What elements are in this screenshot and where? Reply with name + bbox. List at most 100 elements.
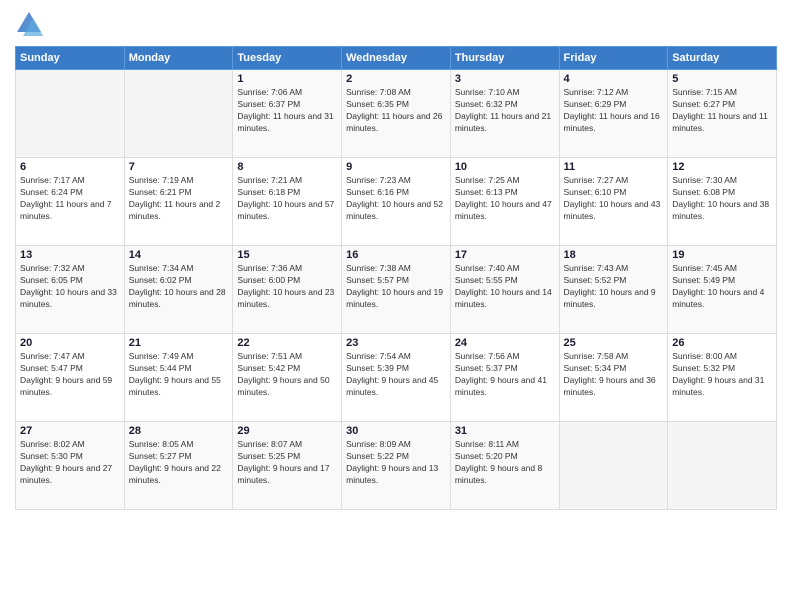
day-number: 10 [455,161,555,173]
logo [15,10,45,38]
day-info: Sunrise: 7:17 AM Sunset: 6:24 PM Dayligh… [20,175,120,223]
weekday-monday: Monday [124,47,233,70]
weekday-saturday: Saturday [668,47,777,70]
calendar-table: SundayMondayTuesdayWednesdayThursdayFrid… [15,46,777,510]
day-number: 21 [129,337,229,349]
day-cell [668,422,777,510]
week-row-4: 20 Sunrise: 7:47 AM Sunset: 5:47 PM Dayli… [16,334,777,422]
day-cell [124,70,233,158]
day-cell: 25 Sunrise: 7:58 AM Sunset: 5:34 PM Dayli… [559,334,668,422]
day-cell: 16 Sunrise: 7:38 AM Sunset: 5:57 PM Dayli… [342,246,451,334]
day-number: 6 [20,161,120,173]
day-number: 18 [564,249,664,261]
day-number: 20 [20,337,120,349]
day-info: Sunrise: 7:23 AM Sunset: 6:16 PM Dayligh… [346,175,446,223]
day-info: Sunrise: 8:09 AM Sunset: 5:22 PM Dayligh… [346,439,446,487]
day-cell: 11Sunrise: 7:27 AM Sunset: 6:10 PM Dayli… [559,158,668,246]
day-info: Sunrise: 7:19 AM Sunset: 6:21 PM Dayligh… [129,175,229,223]
day-info: Sunrise: 7:43 AM Sunset: 5:52 PM Dayligh… [564,263,664,311]
day-cell: 2 Sunrise: 7:08 AM Sunset: 6:35 PM Daylig… [342,70,451,158]
day-number: 31 [455,425,555,437]
day-cell: 29 Sunrise: 8:07 AM Sunset: 5:25 PM Dayli… [233,422,342,510]
day-cell [16,70,125,158]
day-info: Sunrise: 7:40 AM Sunset: 5:55 PM Dayligh… [455,263,555,311]
day-info: Sunrise: 7:27 AM Sunset: 6:10 PM Dayligh… [564,175,664,223]
day-cell: 23 Sunrise: 7:54 AM Sunset: 5:39 PM Dayli… [342,334,451,422]
day-info: Sunrise: 7:25 AM Sunset: 6:13 PM Dayligh… [455,175,555,223]
day-cell: 31 Sunrise: 8:11 AM Sunset: 5:20 PM Dayli… [450,422,559,510]
day-number: 29 [237,425,337,437]
weekday-tuesday: Tuesday [233,47,342,70]
day-number: 17 [455,249,555,261]
day-number: 22 [237,337,337,349]
day-cell: 22 Sunrise: 7:51 AM Sunset: 5:42 PM Dayli… [233,334,342,422]
day-cell: 20 Sunrise: 7:47 AM Sunset: 5:47 PM Dayli… [16,334,125,422]
weekday-sunday: Sunday [16,47,125,70]
day-cell: 13Sunrise: 7:32 AM Sunset: 6:05 PM Dayli… [16,246,125,334]
day-info: Sunrise: 7:30 AM Sunset: 6:08 PM Dayligh… [672,175,772,223]
day-cell: 27 Sunrise: 8:02 AM Sunset: 5:30 PM Dayli… [16,422,125,510]
day-number: 27 [20,425,120,437]
day-info: Sunrise: 7:08 AM Sunset: 6:35 PM Dayligh… [346,87,446,135]
day-cell: 17 Sunrise: 7:40 AM Sunset: 5:55 PM Dayli… [450,246,559,334]
day-info: Sunrise: 7:51 AM Sunset: 5:42 PM Dayligh… [237,351,337,399]
day-cell: 24 Sunrise: 7:56 AM Sunset: 5:37 PM Dayli… [450,334,559,422]
day-cell: 14Sunrise: 7:34 AM Sunset: 6:02 PM Dayli… [124,246,233,334]
day-cell: 5Sunrise: 7:15 AM Sunset: 6:27 PM Daylig… [668,70,777,158]
day-cell: 4 Sunrise: 7:12 AM Sunset: 6:29 PM Daylig… [559,70,668,158]
weekday-friday: Friday [559,47,668,70]
day-number: 7 [129,161,229,173]
weekday-header-row: SundayMondayTuesdayWednesdayThursdayFrid… [16,47,777,70]
week-row-3: 13Sunrise: 7:32 AM Sunset: 6:05 PM Dayli… [16,246,777,334]
day-info: Sunrise: 7:10 AM Sunset: 6:32 PM Dayligh… [455,87,555,135]
day-number: 2 [346,73,446,85]
day-info: Sunrise: 8:00 AM Sunset: 5:32 PM Dayligh… [672,351,772,399]
day-number: 19 [672,249,772,261]
day-cell: 3Sunrise: 7:10 AM Sunset: 6:32 PM Daylig… [450,70,559,158]
week-row-2: 6 Sunrise: 7:17 AM Sunset: 6:24 PM Daylig… [16,158,777,246]
day-number: 12 [672,161,772,173]
week-row-1: 1 Sunrise: 7:06 AM Sunset: 6:37 PM Daylig… [16,70,777,158]
day-cell: 6 Sunrise: 7:17 AM Sunset: 6:24 PM Daylig… [16,158,125,246]
day-number: 1 [237,73,337,85]
day-number: 15 [237,249,337,261]
day-info: Sunrise: 7:56 AM Sunset: 5:37 PM Dayligh… [455,351,555,399]
day-cell: 9 Sunrise: 7:23 AM Sunset: 6:16 PM Daylig… [342,158,451,246]
day-info: Sunrise: 7:47 AM Sunset: 5:47 PM Dayligh… [20,351,120,399]
header [15,10,777,38]
day-info: Sunrise: 7:58 AM Sunset: 5:34 PM Dayligh… [564,351,664,399]
day-number: 16 [346,249,446,261]
day-number: 26 [672,337,772,349]
day-info: Sunrise: 7:32 AM Sunset: 6:05 PM Dayligh… [20,263,120,311]
day-number: 28 [129,425,229,437]
day-info: Sunrise: 7:15 AM Sunset: 6:27 PM Dayligh… [672,87,772,135]
day-info: Sunrise: 7:06 AM Sunset: 6:37 PM Dayligh… [237,87,337,135]
day-cell: 8Sunrise: 7:21 AM Sunset: 6:18 PM Daylig… [233,158,342,246]
day-info: Sunrise: 8:11 AM Sunset: 5:20 PM Dayligh… [455,439,555,487]
day-number: 24 [455,337,555,349]
logo-icon [15,10,43,38]
page: SundayMondayTuesdayWednesdayThursdayFrid… [0,0,792,612]
day-cell: 15Sunrise: 7:36 AM Sunset: 6:00 PM Dayli… [233,246,342,334]
day-number: 25 [564,337,664,349]
weekday-wednesday: Wednesday [342,47,451,70]
day-info: Sunrise: 7:38 AM Sunset: 5:57 PM Dayligh… [346,263,446,311]
day-info: Sunrise: 8:02 AM Sunset: 5:30 PM Dayligh… [20,439,120,487]
day-cell: 10 Sunrise: 7:25 AM Sunset: 6:13 PM Dayli… [450,158,559,246]
day-info: Sunrise: 7:45 AM Sunset: 5:49 PM Dayligh… [672,263,772,311]
day-info: Sunrise: 7:12 AM Sunset: 6:29 PM Dayligh… [564,87,664,135]
day-number: 4 [564,73,664,85]
week-row-5: 27 Sunrise: 8:02 AM Sunset: 5:30 PM Dayli… [16,422,777,510]
day-info: Sunrise: 8:07 AM Sunset: 5:25 PM Dayligh… [237,439,337,487]
day-cell: 12 Sunrise: 7:30 AM Sunset: 6:08 PM Dayli… [668,158,777,246]
day-cell: 19 Sunrise: 7:45 AM Sunset: 5:49 PM Dayli… [668,246,777,334]
day-number: 23 [346,337,446,349]
day-cell: 1 Sunrise: 7:06 AM Sunset: 6:37 PM Daylig… [233,70,342,158]
day-info: Sunrise: 7:49 AM Sunset: 5:44 PM Dayligh… [129,351,229,399]
day-number: 14 [129,249,229,261]
day-cell: 18 Sunrise: 7:43 AM Sunset: 5:52 PM Dayli… [559,246,668,334]
day-cell: 26 Sunrise: 8:00 AM Sunset: 5:32 PM Dayli… [668,334,777,422]
day-cell: 30Sunrise: 8:09 AM Sunset: 5:22 PM Dayli… [342,422,451,510]
day-number: 9 [346,161,446,173]
day-info: Sunrise: 7:54 AM Sunset: 5:39 PM Dayligh… [346,351,446,399]
